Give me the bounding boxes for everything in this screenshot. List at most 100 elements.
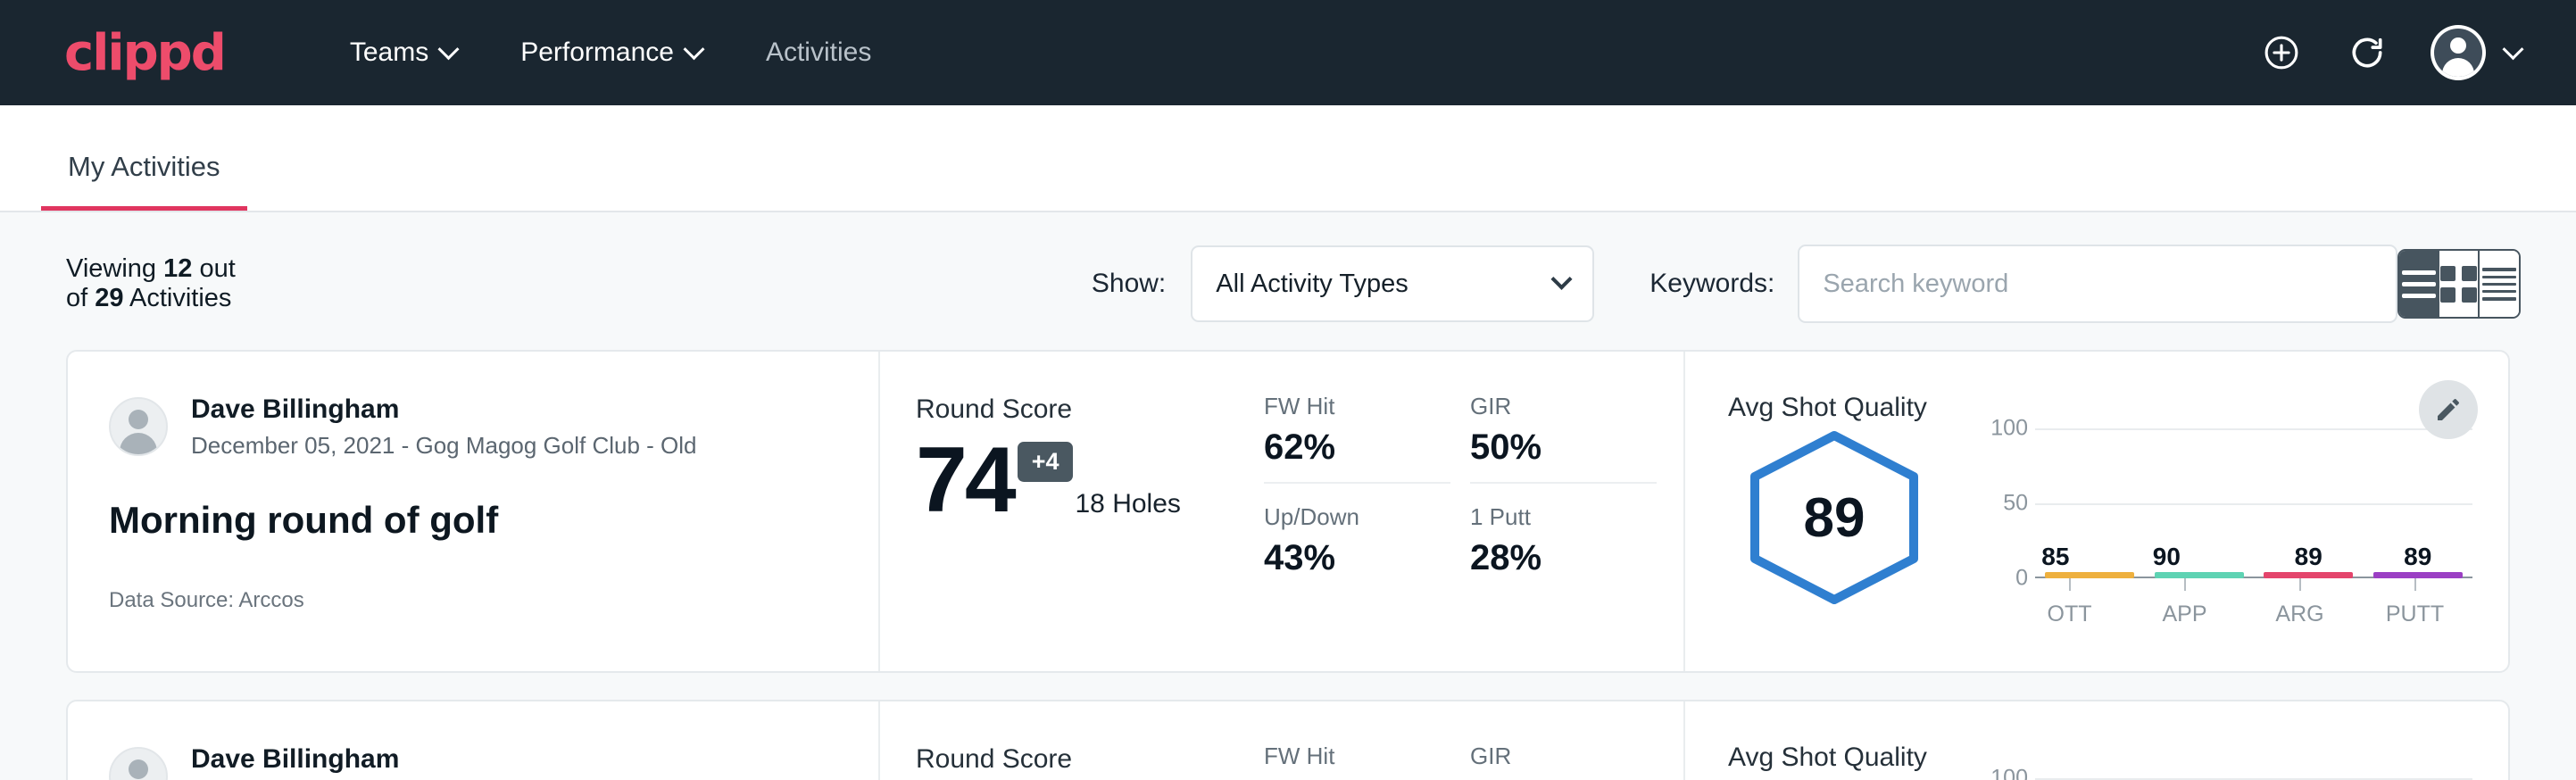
activity-title: Morning round of golf	[109, 499, 843, 542]
y-tick-100: 100	[1990, 416, 2028, 442]
tab-my-activities[interactable]: My Activities	[41, 151, 247, 211]
edit-activity-button[interactable]	[2419, 380, 2478, 439]
activity-type-select[interactable]: All Activity Types	[1191, 245, 1594, 322]
stat-gir: GIR 50%	[1470, 393, 1657, 484]
chart-bar-ott-cap	[2045, 572, 2134, 578]
refresh-button[interactable]	[2345, 30, 2389, 75]
chart-bar-putt-value: 89	[2404, 543, 2431, 571]
avg-shot-quality-column: Avg Shot Quality 100 50 0	[1683, 701, 2508, 780]
stat-gir-label: GIR	[1470, 393, 1657, 420]
page-body: Viewing 12 out of 29 Activities Show: Al…	[0, 212, 2576, 780]
x-tick	[2371, 578, 2460, 591]
add-button[interactable]	[2259, 30, 2304, 75]
nav-item-activities-label: Activities	[766, 37, 871, 68]
keywords-filter-group: Keywords:	[1649, 245, 2397, 323]
account-menu[interactable]	[2431, 25, 2521, 80]
player-avatar-icon	[109, 397, 168, 456]
stat-up-down-value: 43%	[1264, 538, 1450, 578]
activity-info-column: Dave Billingham December 05, 2021 - Gog …	[68, 352, 880, 671]
activity-type-selected-value: All Activity Types	[1216, 270, 1408, 299]
player-name: Dave Billingham	[191, 393, 697, 427]
primary-nav: Teams Performance Activities	[318, 29, 903, 77]
search-input[interactable]	[1798, 245, 2397, 323]
activity-info-column: Dave Billingham October 16, 2021 - Gog M…	[68, 701, 880, 780]
y-tick-50: 50	[2003, 491, 2028, 517]
show-filter-group: Show: All Activity Types	[1092, 245, 1594, 322]
viewing-prefix: Viewing	[66, 254, 156, 283]
nav-item-performance[interactable]: Performance	[488, 29, 734, 77]
viewing-count-text: Viewing 12 out of 29 Activities	[66, 254, 262, 313]
stat-up-down: Up/Down 43%	[1264, 503, 1450, 593]
round-stats-column: FW Hit 62% GIR 50% Up/Down 43% 1 Putt 28…	[1264, 352, 1683, 671]
chevron-down-icon	[2502, 38, 2523, 60]
shot-quality-chart: 100 50 0 85	[1946, 428, 2472, 578]
chart-bar-app-cap	[2155, 572, 2244, 578]
list-view-button[interactable]	[2399, 251, 2439, 317]
round-stats-column: FW Hit 43% GIR 56%	[1264, 701, 1683, 780]
round-score-column: Round Score	[880, 701, 1264, 780]
stat-fw-hit-label: FW Hit	[1264, 743, 1450, 770]
show-label: Show:	[1092, 269, 1166, 299]
pencil-icon	[2434, 395, 2463, 424]
stat-one-putt: 1 Putt 28%	[1470, 503, 1657, 593]
chart-bar-arg-cap	[2264, 572, 2353, 578]
stat-up-down-label: Up/Down	[1264, 503, 1450, 531]
x-tick	[2025, 578, 2115, 591]
shot-quality-value: 89	[1741, 428, 1928, 607]
compact-view-icon	[2482, 268, 2516, 301]
nav-item-teams[interactable]: Teams	[318, 29, 488, 77]
activity-card[interactable]: Dave Billingham October 16, 2021 - Gog M…	[66, 700, 2510, 780]
chart-bar-arg-value: 89	[2295, 543, 2323, 571]
chart-plot-area: 85 90	[2035, 428, 2472, 578]
chart-bar-ott-value: 85	[2041, 543, 2069, 571]
round-score-column: Round Score 74 +4 18 Holes	[880, 352, 1264, 671]
activity-card[interactable]: Dave Billingham December 05, 2021 - Gog …	[66, 350, 2510, 673]
player-name: Dave Billingham	[191, 743, 759, 776]
compact-view-button[interactable]	[2480, 251, 2519, 317]
list-view-icon	[2402, 270, 2436, 298]
score-differential-badge: +4	[1018, 442, 1074, 482]
chevron-down-icon	[683, 38, 704, 60]
round-score-heading: Round Score	[916, 394, 1264, 425]
stat-fw-hit-label: FW Hit	[1264, 393, 1450, 420]
viewing-total: 29	[95, 284, 123, 312]
chart-bars: 85 90	[2035, 428, 2472, 578]
keywords-label: Keywords:	[1649, 269, 1774, 299]
activity-data-source: Data Source: Arccos	[109, 588, 843, 613]
stat-fw-hit: FW Hit 43%	[1264, 743, 1450, 780]
tab-strip: My Activities	[0, 105, 2576, 212]
filter-bar: Viewing 12 out of 29 Activities Show: Al…	[0, 212, 2576, 350]
x-tick	[2256, 578, 2345, 591]
shot-quality-hexagon: 89	[1741, 428, 1928, 607]
chart-bar-app-value: 90	[2153, 543, 2181, 571]
stat-fw-hit-value: 62%	[1264, 427, 1450, 468]
chevron-down-icon	[1551, 268, 1573, 289]
viewing-suffix: Activities	[129, 284, 231, 312]
activity-meta: December 05, 2021 - Gog Magog Golf Club …	[191, 430, 697, 461]
chart-x-axis: OTT APP ARG PUTT	[1946, 602, 2472, 627]
nav-item-activities[interactable]: Activities	[734, 29, 903, 77]
viewing-count: 12	[163, 254, 192, 283]
view-mode-toggle-group	[2397, 249, 2521, 319]
nav-item-performance-label: Performance	[520, 37, 674, 68]
chart-bar-putt-cap	[2373, 572, 2463, 578]
x-label-app: APP	[2140, 602, 2230, 627]
top-nav-actions	[2259, 25, 2521, 80]
stat-one-putt-value: 28%	[1470, 538, 1657, 578]
round-score-value: 74	[916, 434, 1014, 527]
player-avatar-icon	[109, 747, 168, 780]
avg-shot-quality-heading: Avg Shot Quality	[1728, 743, 2472, 773]
stat-one-putt-label: 1 Putt	[1470, 503, 1657, 531]
avg-shot-quality-column: Avg Shot Quality 89 100 50 0	[1683, 352, 2508, 671]
x-label-ott: OTT	[2025, 602, 2115, 627]
stat-gir-label: GIR	[1470, 743, 1657, 770]
activity-card-list: Dave Billingham December 05, 2021 - Gog …	[0, 350, 2576, 780]
stat-gir: GIR 56%	[1470, 743, 1657, 780]
tab-my-activities-label: My Activities	[68, 151, 220, 182]
x-label-arg: ARG	[2256, 602, 2345, 627]
round-score-heading: Round Score	[916, 744, 1264, 775]
chevron-down-icon	[438, 38, 460, 60]
clippd-logo[interactable]: clippd	[64, 24, 225, 82]
grid-view-icon	[2440, 266, 2477, 303]
grid-view-button[interactable]	[2439, 251, 2480, 317]
